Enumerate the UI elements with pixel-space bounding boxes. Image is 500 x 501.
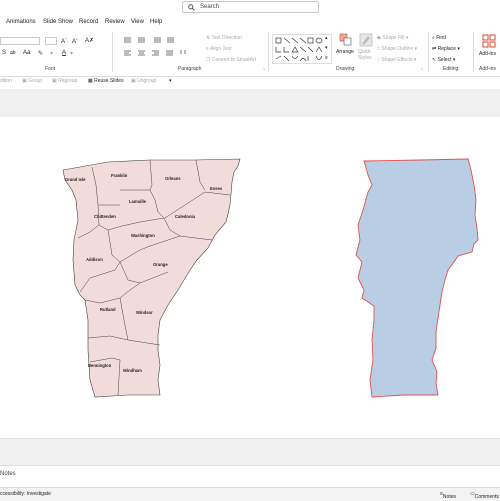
quick-styles-icon (359, 33, 373, 47)
highlight-dropdown-icon[interactable]: ▾ (50, 50, 53, 57)
county-label: Orleans (165, 176, 181, 181)
ribbon-tabs: Animations Slide Show Record Review View… (0, 16, 500, 30)
qat-edit-button[interactable]: dition (0, 78, 12, 84)
group-separator (473, 32, 474, 72)
comments-toggle-button[interactable]: ▭ Comments (470, 491, 499, 500)
county-label: Orange (153, 262, 168, 267)
tab-view[interactable]: View (131, 19, 144, 25)
gallery-scroll-up-icon[interactable]: ▴ (325, 35, 328, 41)
group-label-paragraph: Paragraph (178, 66, 202, 72)
drawing-dialog-launcher-icon[interactable]: ↘ (420, 66, 423, 71)
arrange-icon (339, 33, 352, 46)
county-label: Essex (210, 186, 223, 191)
align-text-button[interactable]: ≡ Align Text (206, 46, 232, 52)
gallery-more-icon[interactable]: ≡ (325, 55, 328, 61)
workspace-background (0, 89, 500, 117)
tab-help[interactable]: Help (150, 19, 162, 25)
slide-canvas[interactable]: Grand Isle Franklin Orleans Essex Lamoil… (0, 117, 500, 438)
select-button[interactable]: ↖ Select ▾ (432, 57, 455, 63)
status-bar: ccessibility: Investigate ≡ Notes ▭ Comm… (0, 487, 500, 501)
tab-animations[interactable]: Animations (6, 19, 36, 25)
strike-icon[interactable]: S (2, 50, 6, 56)
search-placeholder: Search (200, 4, 220, 10)
shapes-gallery[interactable] (272, 34, 332, 64)
county-label: Grand Isle (65, 177, 86, 182)
group-label-addins: Add-ins (479, 66, 496, 72)
vermont-outline (62, 158, 241, 398)
shapes-gallery-icons (275, 37, 323, 62)
convert-smartart-button[interactable]: ❐ Convert to SmartArt (206, 57, 256, 63)
vermont-shape[interactable] (355, 158, 479, 398)
slide-content: Grand Isle Franklin Orleans Essex Lamoil… (62, 158, 479, 398)
qat-ungroup-button[interactable]: ▣ Ungroup (131, 78, 156, 84)
group-label-font: Font (45, 66, 56, 72)
group-separator (112, 32, 113, 72)
font-color-dropdown-icon[interactable]: ▾ (70, 50, 73, 57)
county-label: Caledonia (175, 214, 196, 219)
county-label: Addison (86, 257, 103, 262)
quick-access-row: dition ▣ Group ▣ Regroup ▦ Reuse Slides … (0, 77, 500, 88)
gallery-scroll-down-icon[interactable]: ▾ (325, 45, 328, 51)
group-label-editing: Editing (443, 66, 459, 72)
county-label: Windsor (136, 310, 153, 315)
font-color-icon[interactable]: A (62, 50, 66, 56)
group-separator (428, 32, 429, 72)
notes-label: Notes (0, 471, 16, 477)
county-label: Chittenden (94, 214, 116, 219)
text-highlight-icon[interactable]: ✎ (38, 50, 43, 57)
qat-group-button[interactable]: ▣ Group (22, 78, 42, 84)
county-label: Bennington (88, 363, 112, 368)
font-name-box[interactable] (0, 37, 40, 45)
change-case-icon[interactable]: Aa (23, 50, 30, 56)
shrink-font-icon[interactable]: Av (72, 37, 78, 45)
grow-font-icon[interactable]: A^ (61, 37, 66, 45)
county-label: Washington (131, 233, 155, 238)
workspace-background-bottom (0, 438, 500, 465)
shape-outline-button[interactable]: □ Shape Outline ▾ (377, 46, 417, 52)
title-bar: Search (0, 0, 500, 14)
vermont-counties-map[interactable]: Grand Isle Franklin Orleans Essex Lamoil… (62, 158, 241, 398)
group-separator (268, 32, 269, 72)
tab-review[interactable]: Review (105, 19, 125, 25)
county-label: Windham (123, 368, 142, 373)
qat-regroup-button[interactable]: ▣ Regroup (52, 78, 77, 84)
shape-fill-button[interactable]: ◆ Shape Fill ▾ (377, 35, 408, 41)
clear-format-icon[interactable]: A✗ (85, 37, 94, 44)
add-ins-button[interactable]: Add-ins (479, 33, 500, 63)
notes-toggle-button[interactable]: ≡ Notes (440, 491, 456, 500)
font-size-box[interactable] (45, 37, 57, 45)
paragraph-dialog-launcher-icon[interactable]: ↘ (262, 66, 265, 71)
notes-pane[interactable]: Notes (0, 465, 500, 488)
county-label: Lamoille (129, 199, 147, 204)
accessibility-status[interactable]: ccessibility: Investigate (0, 491, 51, 497)
county-label: Rutland (100, 307, 116, 312)
tab-slide-show[interactable]: Slide Show (43, 19, 73, 25)
quick-styles-button[interactable]: Quick Styles (356, 33, 376, 63)
arrange-button[interactable]: Arrange (336, 33, 356, 63)
tab-record[interactable]: Record (79, 19, 98, 25)
search-icon (188, 4, 195, 11)
county-label: Franklin (111, 173, 128, 178)
paragraph-icons (124, 37, 186, 56)
shape-effects-button[interactable]: ○ Shape Effects ▾ (377, 57, 416, 63)
replace-button[interactable]: ⇄ Replace ▾ (432, 46, 460, 52)
find-button[interactable]: ⌕ Find (432, 35, 446, 41)
search-input[interactable]: Search (182, 1, 319, 13)
text-direction-button[interactable]: ⇅ Text Direction (206, 35, 242, 41)
group-label-drawing: Drawing (336, 66, 355, 72)
char-spacing-icon[interactable]: ab (10, 50, 16, 56)
qat-reuse-slides-button[interactable]: ▦ Reuse Slides (88, 78, 124, 84)
add-ins-icon (482, 34, 496, 48)
qat-customize-icon[interactable]: ▾ (169, 78, 172, 84)
